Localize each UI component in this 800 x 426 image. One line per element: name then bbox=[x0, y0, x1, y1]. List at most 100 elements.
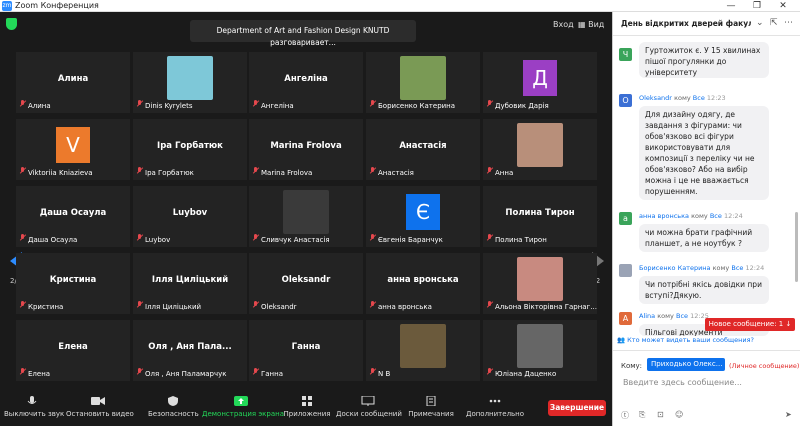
to-word: кому bbox=[657, 312, 674, 320]
security-button[interactable]: Безопасность bbox=[148, 384, 199, 426]
avatar: A bbox=[619, 312, 632, 325]
recipient-all: Все bbox=[731, 264, 744, 272]
participant-tile[interactable]: Іра Горбатюк Іра Горбатюк bbox=[133, 119, 247, 180]
message-time: 12:24 bbox=[723, 212, 743, 220]
file-icon[interactable]: ⎘ bbox=[639, 410, 645, 420]
participant-name: Ганна bbox=[291, 342, 321, 352]
active-speaker-banner: Department of Art and Fashion Design KNU… bbox=[190, 20, 416, 47]
muted-mic-icon bbox=[252, 234, 260, 242]
participant-tile[interactable]: Є Євгенія Баранчук bbox=[366, 186, 480, 247]
participant-name: Даша Осаула bbox=[39, 208, 107, 218]
participant-tile[interactable]: анна вронська анна вронська bbox=[366, 253, 480, 314]
message-text: Для дизайну одягу, де завдання з фігурам… bbox=[639, 106, 769, 200]
participant-tile[interactable]: Luybov Luybov bbox=[133, 186, 247, 247]
notes-icon bbox=[426, 396, 436, 406]
participant-tile[interactable]: Оля , Аня Пала... Оля , Аня Паламарчук bbox=[133, 320, 247, 381]
participant-tile[interactable]: Ангеліна Ангеліна bbox=[249, 52, 363, 113]
participant-label: Даша Осаула bbox=[28, 236, 78, 244]
screenshot-icon[interactable]: ⊡ bbox=[657, 410, 664, 419]
recipient-all: Все bbox=[709, 212, 722, 220]
enter-button[interactable]: Вход bbox=[553, 20, 574, 29]
muted-mic-icon bbox=[19, 368, 27, 376]
participant-tile[interactable]: Кристина Кристина bbox=[16, 253, 130, 314]
muted-mic-icon bbox=[252, 301, 260, 309]
participant-label: Анастасія bbox=[378, 169, 414, 177]
new-message-indicator[interactable]: Новое сообщение: 1 ↓ bbox=[705, 318, 795, 331]
participant-tile[interactable]: Д Дубовик Дарія bbox=[483, 52, 597, 113]
video-label: Остановить видео bbox=[66, 410, 134, 418]
participant-tile[interactable]: Юліана Даценко bbox=[483, 320, 597, 381]
chevron-down-icon[interactable]: ⌄ bbox=[756, 18, 764, 28]
message-header: Борисенко Катерина кому Все 12:24 bbox=[639, 264, 764, 272]
message-header: Alina кому Все 12:25 bbox=[639, 312, 709, 320]
chat-title: День відкритих дверей факульт... bbox=[621, 19, 751, 28]
participant-tile[interactable]: Анна bbox=[483, 119, 597, 180]
participant-tile[interactable]: Dinis Kyrylets bbox=[133, 52, 247, 113]
chat-scrollbar[interactable] bbox=[795, 212, 798, 282]
participant-label: Борисенко Катерина bbox=[378, 102, 456, 110]
gallery-view: 2/2 2/2 АлинаАлинаDinis KyryletsАнгеліна… bbox=[0, 44, 612, 384]
apps-label: Приложения bbox=[283, 410, 331, 418]
participant-tile[interactable]: Алина Алина bbox=[16, 52, 130, 113]
who-can-see-link[interactable]: 👥 Кто может видеть ваши сообщения? bbox=[617, 336, 754, 344]
muted-mic-icon bbox=[486, 301, 494, 309]
participant-tile[interactable]: Ганна Ганна bbox=[249, 320, 363, 381]
more-button[interactable]: Дополнительно bbox=[460, 384, 530, 426]
popout-icon[interactable]: ⇱ bbox=[770, 18, 778, 28]
participant-tile[interactable]: Елена Елена bbox=[16, 320, 130, 381]
format-icon[interactable]: ⓣ bbox=[621, 410, 629, 421]
minimize-button[interactable]: — bbox=[723, 0, 739, 12]
notes-button[interactable]: Примечания bbox=[406, 384, 456, 426]
participant-label: Юліана Даценко bbox=[495, 370, 557, 378]
recipient-select[interactable]: Приходько Олекс... bbox=[647, 358, 725, 371]
participant-video bbox=[283, 190, 329, 234]
participant-label: анна вронська bbox=[378, 303, 432, 311]
participant-tile[interactable]: Даша Осаула Даша Осаула bbox=[16, 186, 130, 247]
participant-label: Ганна bbox=[261, 370, 284, 378]
mute-button[interactable]: Выключить звук bbox=[4, 384, 64, 426]
participant-tile[interactable]: Анастасія Анастасія bbox=[366, 119, 480, 180]
share-label: Демонстрация экрана bbox=[202, 410, 284, 418]
message-input[interactable]: Введите здесь сообщение... bbox=[623, 378, 742, 387]
to-word: кому bbox=[674, 94, 691, 102]
muted-mic-icon bbox=[486, 100, 494, 108]
composer-toolbar: ⓣ ⎘ ⊡ ☺ ➤ bbox=[621, 410, 797, 422]
maximize-button[interactable]: ❐ bbox=[749, 0, 765, 12]
participant-tile[interactable]: Ілля Циліцький Ілля Циліцький bbox=[133, 253, 247, 314]
participant-tile[interactable]: Oleksandr Oleksandr bbox=[249, 253, 363, 314]
muted-mic-icon bbox=[136, 234, 144, 242]
participant-label: Оля , Аня Паламарчук bbox=[145, 370, 227, 378]
message-time: 12:23 bbox=[706, 94, 726, 102]
window-title: Zoom Конференция bbox=[15, 1, 99, 10]
apps-button[interactable]: Приложения bbox=[282, 384, 332, 426]
participant-label: Marina Frolova bbox=[261, 169, 313, 177]
participant-tile[interactable]: Альона Вікторівна Гарнаг... bbox=[483, 253, 597, 314]
view-button[interactable]: ▦ Вид bbox=[578, 20, 604, 29]
participant-tile[interactable]: Marina Frolova Marina Frolova bbox=[249, 119, 363, 180]
send-icon[interactable]: ➤ bbox=[785, 410, 792, 419]
stop-video-button[interactable]: Остановить видео bbox=[66, 384, 134, 426]
video-camera-icon bbox=[91, 397, 105, 405]
participant-tile[interactable]: Борисенко Катерина bbox=[366, 52, 480, 113]
emoji-icon[interactable]: ☺ bbox=[675, 410, 683, 419]
to-word: кому bbox=[712, 264, 730, 272]
whiteboards-button[interactable]: Доски сообщений bbox=[336, 384, 402, 426]
close-button[interactable]: ✕ bbox=[775, 0, 791, 12]
participant-tile[interactable]: N B bbox=[366, 320, 480, 381]
end-meeting-button[interactable]: Завершение bbox=[548, 400, 606, 416]
participant-tile[interactable]: Сливчук Анастасія bbox=[249, 186, 363, 247]
share-screen-button[interactable]: Демонстрация экрана bbox=[202, 384, 284, 426]
muted-mic-icon bbox=[369, 368, 377, 376]
chat-header: День відкритих дверей факульт... ⌄ ⇱ ⋯ bbox=[613, 12, 800, 36]
participant-label: Viktoriia Kniazieva bbox=[28, 169, 93, 177]
participant-name: Luybov bbox=[172, 208, 208, 218]
divider bbox=[613, 350, 800, 351]
participant-tile[interactable]: V Viktoriia Kniazieva bbox=[16, 119, 130, 180]
encryption-shield-icon[interactable] bbox=[6, 18, 17, 30]
participant-name: Oleksandr bbox=[281, 275, 331, 285]
participant-video bbox=[167, 56, 213, 100]
more-options-icon[interactable]: ⋯ bbox=[784, 18, 793, 28]
avatar: Є bbox=[406, 194, 440, 230]
grid-icon: ▦ bbox=[578, 20, 589, 29]
participant-tile[interactable]: Полина Тирон Полина Тирон bbox=[483, 186, 597, 247]
